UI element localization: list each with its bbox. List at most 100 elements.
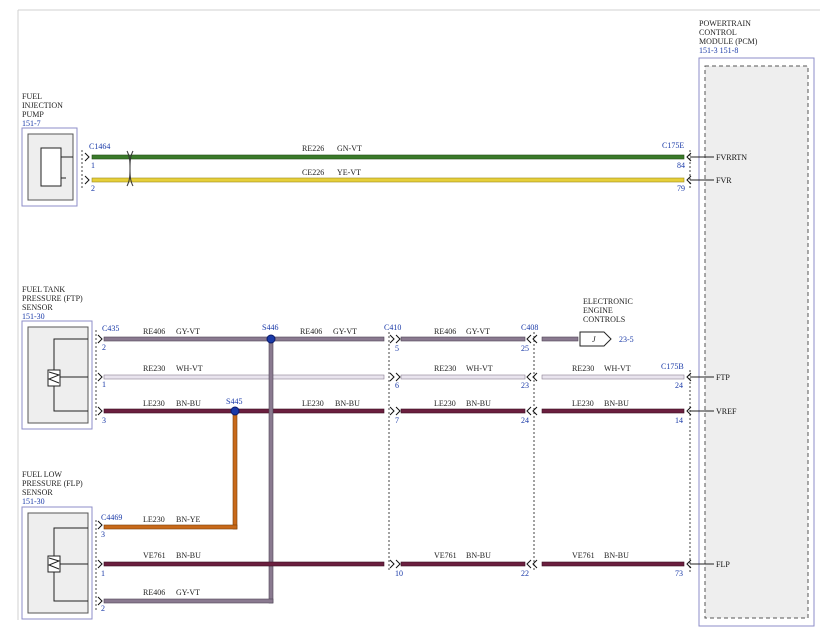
label-re230-b-color: WH-VT [466, 364, 493, 373]
label-ve761-a-circuit: VE761 [143, 551, 166, 560]
splice-s446[interactable]: S446 [262, 323, 278, 332]
wire-le230-ye[interactable] [103, 524, 238, 530]
pin-pcm-79: 79 [677, 184, 685, 193]
label-le230-c-circuit: LE230 [434, 399, 456, 408]
arrow-c410-10a [389, 559, 395, 569]
wire-ve761-c[interactable] [541, 561, 685, 567]
fip-name-line-2: INJECTION [22, 101, 63, 110]
connector-c408[interactable]: C408 [521, 323, 538, 332]
flp-sensor[interactable]: FUEL LOW PRESSURE (FLP) SENSOR 151-30 [21, 470, 93, 620]
pcm-module[interactable]: POWERTRAIN CONTROL MODULE (PCM) 151-3 15… [698, 19, 815, 627]
wire-ve761-a[interactable] [103, 561, 385, 567]
pin-pcm-73: 73 [675, 569, 683, 578]
pin-c410-5: 5 [395, 344, 399, 353]
pin-ftp-2: 2 [102, 343, 106, 352]
label-le230-ye-color: BN-YE [176, 515, 201, 524]
arrow-c410-5b [395, 334, 401, 344]
label-le230-c-color: BN-BU [466, 399, 491, 408]
wire-le230-c[interactable] [400, 408, 526, 414]
connector-c175b[interactable]: C175B [661, 362, 684, 371]
eec-reference[interactable]: ELECTRONIC ENGINE CONTROLS J 23-5 [579, 297, 634, 347]
fip-ref: 151-7 [22, 119, 41, 128]
pcm-name-line-1: POWERTRAIN [699, 19, 751, 28]
wire-le230-d[interactable] [541, 408, 685, 414]
label-le230-b-circuit: LE230 [302, 399, 324, 408]
pin-pcm-14: 14 [675, 416, 683, 425]
wire-re226[interactable] [91, 154, 685, 160]
pcm-inner [704, 65, 809, 619]
label-le230-ye-circuit: LE230 [143, 515, 165, 524]
label-le230-b-color: BN-BU [335, 399, 360, 408]
signal-fvr: FVR [716, 176, 732, 185]
flp-name-line-3: SENSOR [22, 488, 53, 497]
label-re406-d-circuit: RE406 [143, 588, 165, 597]
arrow-c435-2 [97, 334, 103, 344]
label-re230-a-color: WH-VT [176, 364, 203, 373]
pcm-ref: 151-3 151-8 [699, 46, 738, 55]
arrow-c408-25a [526, 334, 532, 344]
arrow-c408-23b [532, 372, 538, 382]
wire-re406-d[interactable] [103, 598, 274, 604]
wire-ve761-b[interactable] [400, 561, 526, 567]
pin-pcm-24: 24 [675, 381, 683, 390]
wire-re406-c[interactable] [400, 336, 526, 342]
wire-ce226[interactable] [91, 177, 685, 183]
label-le230-a-color: BN-BU [176, 399, 201, 408]
pin-flp-1: 1 [101, 569, 105, 578]
wire-le230-a[interactable] [103, 408, 385, 414]
connector-c175e[interactable]: C175E [662, 141, 684, 150]
fip-name-line-3: PUMP [22, 110, 44, 119]
signal-vref: VREF [716, 407, 737, 416]
splice-s445-dot[interactable] [230, 406, 240, 416]
connector-c435[interactable]: C435 [102, 324, 119, 333]
pin-c410-6: 6 [395, 381, 399, 390]
pin-c410-7: 7 [395, 416, 399, 425]
arrow-c408-24a [526, 406, 532, 416]
pcm-name-line-3: MODULE (PCM) [699, 37, 758, 46]
label-ve761-a-color: BN-BU [176, 551, 201, 560]
wire-re230-a[interactable] [103, 374, 385, 380]
arrow-c410-6b [395, 372, 401, 382]
eec-name-line-3: CONTROLS [583, 315, 625, 324]
label-le230-d-color: BN-BU [604, 399, 629, 408]
label-re406-c-color: GY-VT [466, 327, 490, 336]
pin-ftp-3: 3 [102, 416, 106, 425]
eec-name-line-2: ENGINE [583, 306, 613, 315]
pump-symbol [40, 147, 62, 187]
label-ce226-circuit: CE226 [302, 168, 324, 177]
arrow-c410-10b [395, 559, 401, 569]
ftp-sensor[interactable]: FUEL TANK PRESSURE (FTP) SENSOR 151-30 [21, 285, 93, 430]
splice-s445[interactable]: S445 [226, 397, 242, 406]
flp-ref: 151-30 [22, 497, 45, 506]
wire-re230-c[interactable] [541, 374, 685, 380]
fip-name-line-1: FUEL [22, 92, 42, 101]
flp-name-line-1: FUEL LOW [22, 470, 62, 479]
connector-c410[interactable]: C410 [384, 323, 401, 332]
pin-ftp-1: 1 [102, 380, 106, 389]
splice-s446-dot[interactable] [266, 334, 276, 344]
connector-c1464[interactable]: C1464 [89, 142, 110, 151]
pin-c408-25: 25 [521, 344, 529, 353]
fuel-injection-pump[interactable]: FUEL INJECTION PUMP 151-7 [21, 92, 78, 207]
ftp-name-line-1: FUEL TANK [22, 285, 65, 294]
label-re406-c-circuit: RE406 [434, 327, 456, 336]
wire-le230-ye-drop[interactable] [232, 412, 238, 530]
label-re226-circuit: RE226 [302, 144, 324, 153]
label-le230-a-circuit: LE230 [143, 399, 165, 408]
eec-flag-letter: J [592, 335, 596, 344]
label-re230-b-circuit: RE230 [434, 364, 456, 373]
wire-re406-eec[interactable] [541, 336, 579, 342]
label-re226-color: GN-VT [337, 144, 362, 153]
ftp-name-line-3: SENSOR [22, 303, 53, 312]
eec-ref: 23-5 [619, 335, 634, 344]
label-ve761-c-circuit: VE761 [572, 551, 595, 560]
arrow-c1464-2 [84, 175, 90, 185]
wire-re230-b[interactable] [400, 374, 526, 380]
pcm-name-line-2: CONTROL [699, 28, 737, 37]
wire-re406-a[interactable] [103, 336, 385, 342]
label-ce226-color: YE-VT [337, 168, 361, 177]
arrow-c1464-1 [84, 152, 90, 162]
arrow-c435-3 [97, 406, 103, 416]
label-le230-d-circuit: LE230 [572, 399, 594, 408]
connector-c4469[interactable]: C4469 [101, 513, 122, 522]
